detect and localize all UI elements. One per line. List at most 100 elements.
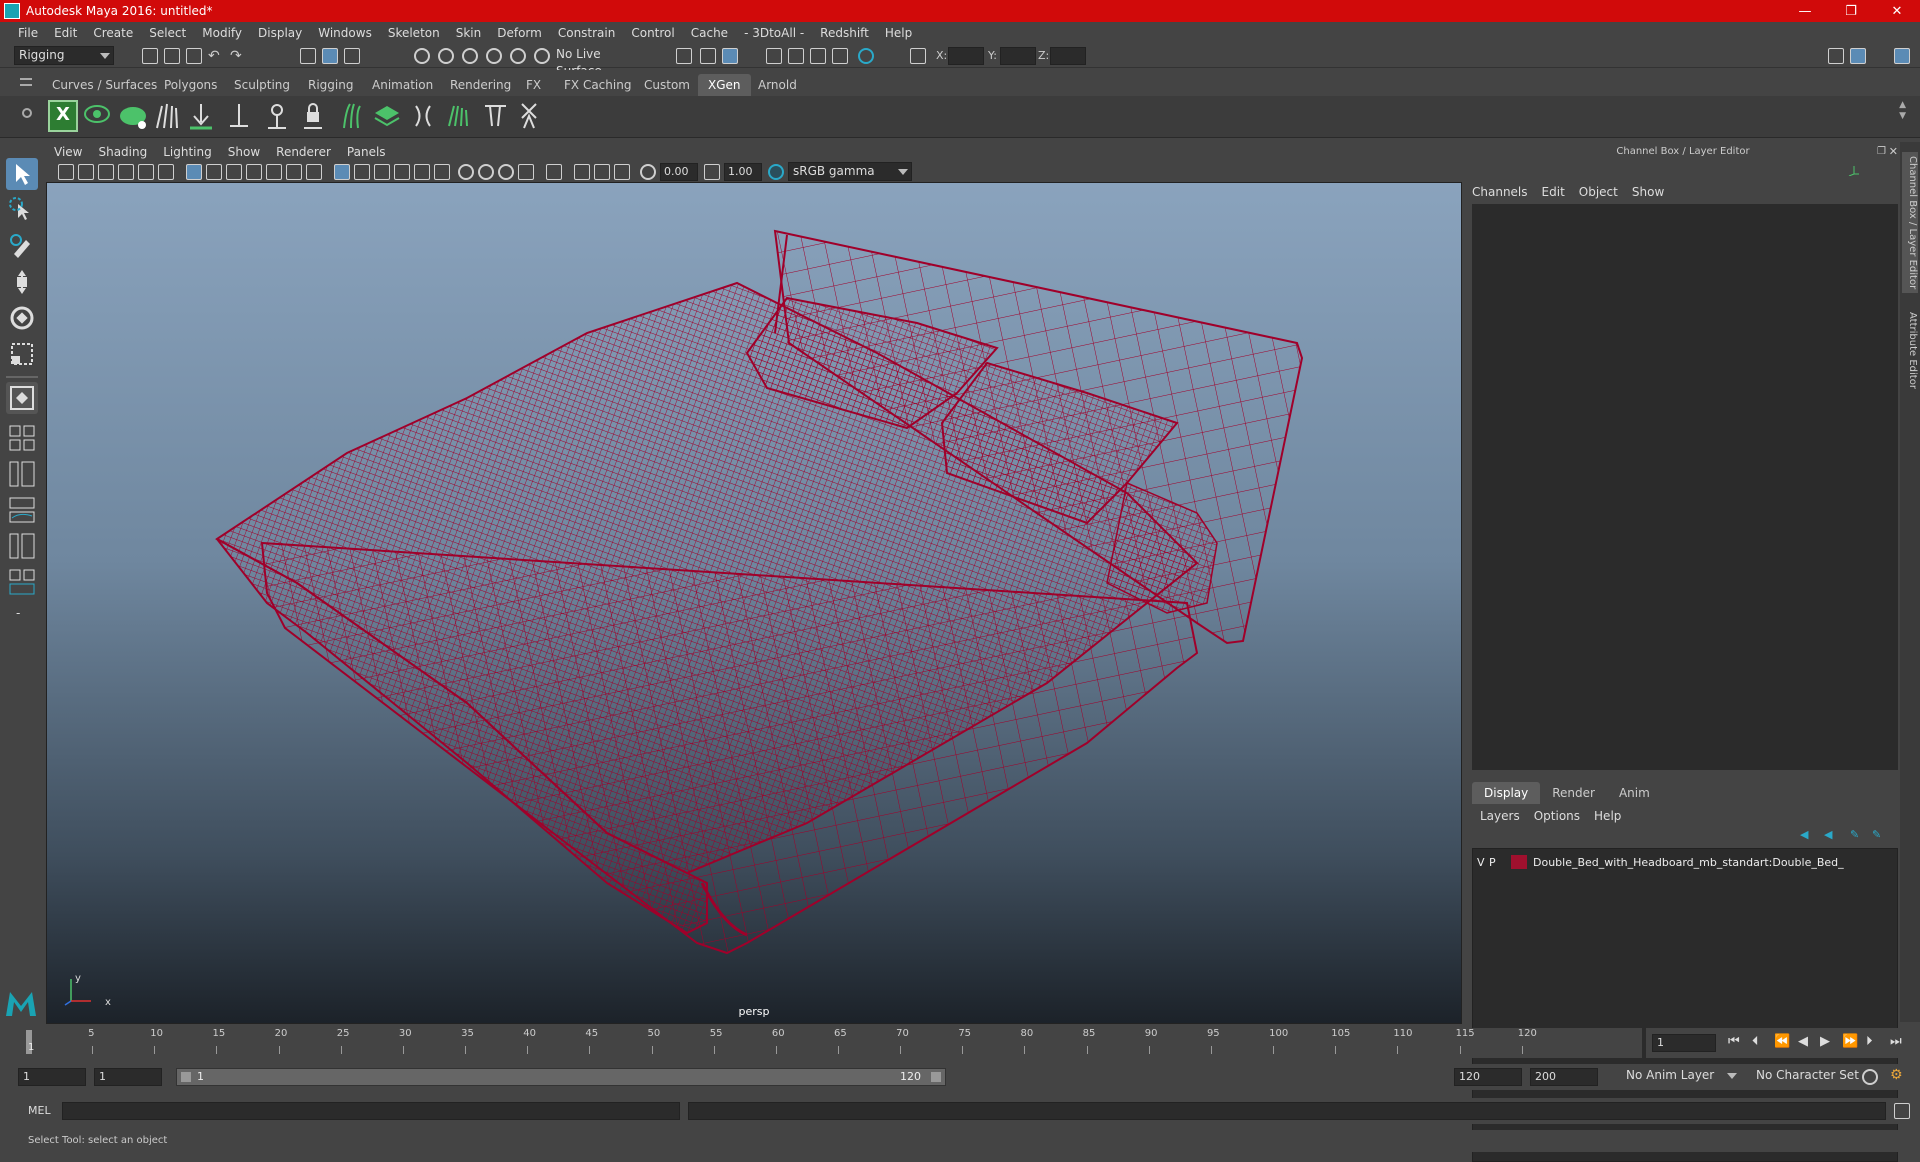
tab-sculpting[interactable]: Sculpting — [224, 74, 300, 96]
restore-button[interactable]: ❐ — [1828, 0, 1874, 22]
step-forward-key-icon[interactable]: ⏩ — [1842, 1034, 1858, 1049]
range-start-handle[interactable] — [181, 1072, 191, 1082]
step-back-frame-icon[interactable]: ⏴ — [1752, 1034, 1759, 1049]
channel-box-menu-edit[interactable]: Edit — [1542, 185, 1565, 199]
viewport-menu-lighting[interactable]: Lighting — [163, 145, 212, 159]
menu-skeleton[interactable]: Skeleton — [380, 26, 448, 40]
bookmarks-icon[interactable] — [98, 164, 114, 180]
grease-pencil-icon[interactable] — [158, 164, 174, 180]
make-live-icon[interactable] — [534, 48, 550, 64]
tab-fx-caching[interactable]: FX Caching — [554, 74, 641, 96]
2d-pan-zoom-icon[interactable] — [138, 164, 154, 180]
create-empty-layer-icon[interactable]: ✎ — [1850, 828, 1866, 844]
safe-action-icon[interactable] — [286, 164, 302, 180]
viewport-menu-show[interactable]: Show — [228, 145, 260, 159]
output-ops-icon[interactable] — [700, 48, 716, 64]
tab-xgen[interactable]: XGen — [698, 74, 751, 96]
hypershade-icon[interactable] — [858, 48, 874, 64]
xgen-sculpt-guide-icon[interactable] — [262, 100, 292, 132]
construction-history-icon[interactable] — [722, 48, 738, 64]
minimize-button[interactable]: — — [1782, 0, 1828, 22]
viewport-menu-view[interactable]: View — [54, 145, 82, 159]
four-view-layout-icon[interactable] — [6, 422, 38, 454]
gate-mask-icon[interactable] — [246, 164, 262, 180]
attribute-editor-toggle-icon[interactable] — [1850, 48, 1866, 64]
menu-cache[interactable]: Cache — [683, 26, 736, 40]
range-slider[interactable]: 1 120 — [176, 1068, 946, 1086]
anti-aliasing-icon[interactable] — [498, 164, 514, 180]
move-layer-down-icon[interactable]: ◀ — [1824, 828, 1840, 844]
viewport-menu-renderer[interactable]: Renderer — [276, 145, 331, 159]
depth-of-field-icon[interactable] — [518, 164, 534, 180]
undo-icon[interactable]: ↶ — [208, 48, 224, 64]
step-back-key-icon[interactable]: ⏪ — [1774, 1034, 1790, 1049]
layer-color-swatch[interactable] — [1511, 855, 1527, 869]
command-input[interactable] — [62, 1102, 680, 1120]
range-end-handle[interactable] — [931, 1072, 941, 1082]
go-to-start-icon[interactable]: ⏮ — [1728, 1034, 1740, 1049]
close-panel-icon[interactable]: ✕ — [1889, 145, 1898, 158]
menu-redshift[interactable]: Redshift — [812, 26, 877, 40]
menu-3dtoall[interactable]: - 3DtoAll - — [736, 26, 812, 40]
outliner-layout-icon[interactable] — [6, 458, 38, 490]
tab-fx[interactable]: FX — [516, 74, 551, 96]
go-to-end-icon[interactable]: ⏭ — [1890, 1034, 1902, 1049]
play-backwards-icon[interactable]: ◀ — [1798, 1034, 1808, 1049]
graph-editor-layout-icon[interactable] — [6, 494, 38, 526]
close-button[interactable]: ✕ — [1874, 0, 1920, 22]
animation-preferences-icon[interactable]: ⚙ — [1890, 1067, 1903, 1083]
create-layer-from-selection-icon[interactable]: ✎ — [1872, 828, 1888, 844]
playback-end-field[interactable]: 120 — [1454, 1068, 1522, 1086]
xgen-groom-icon[interactable] — [152, 100, 182, 132]
y-field[interactable] — [1000, 47, 1036, 65]
textured-icon[interactable] — [394, 164, 410, 180]
side-tab-channel-box[interactable]: Channel Box / Layer Editor — [1902, 152, 1918, 294]
menu-edit[interactable]: Edit — [46, 26, 85, 40]
side-tab-attribute-editor[interactable]: Attribute Editor — [1902, 312, 1918, 389]
tab-anim-layers[interactable]: Anim — [1607, 782, 1662, 804]
motion-blur-icon[interactable] — [478, 164, 494, 180]
xgen-layers-icon[interactable] — [372, 100, 402, 132]
tab-rigging[interactable]: Rigging — [298, 74, 363, 96]
layer-menu-layers[interactable]: Layers — [1480, 809, 1520, 823]
render-settings-icon[interactable] — [832, 48, 848, 64]
animation-start-field[interactable]: 1 — [18, 1068, 86, 1086]
xgen-guides-to-curves-icon[interactable] — [336, 100, 366, 132]
script-language-toggle[interactable]: MEL — [28, 1104, 51, 1117]
live-surface-field[interactable]: No Live Surface — [552, 46, 648, 78]
tab-arnold[interactable]: Arnold — [748, 74, 807, 96]
backface-culling-icon[interactable] — [614, 164, 630, 180]
channel-box-menu-show[interactable]: Show — [1632, 185, 1664, 199]
tab-render-layers[interactable]: Render — [1540, 782, 1607, 804]
tab-display-layers[interactable]: Display — [1472, 782, 1541, 804]
viewport-menu-panels[interactable]: Panels — [347, 145, 386, 159]
menu-constrain[interactable]: Constrain — [550, 26, 624, 40]
xgen-lock-guide-icon[interactable] — [298, 100, 328, 132]
tab-rendering[interactable]: Rendering — [440, 74, 521, 96]
exposure-field[interactable]: 0.00 — [660, 163, 698, 181]
layer-row[interactable]: V P Double_Bed_with_Headboard_mb_standar… — [1477, 853, 1844, 871]
color-management-icon[interactable] — [768, 164, 784, 180]
current-frame-field[interactable]: 1 — [1652, 1034, 1716, 1052]
xgen-interactive-groom-icon[interactable] — [408, 100, 438, 132]
move-tool-icon[interactable] — [6, 266, 38, 298]
rotate-tool-icon[interactable] — [6, 302, 38, 334]
snap-view-plane-icon[interactable] — [486, 48, 502, 64]
lasso-tool-icon[interactable] — [6, 194, 38, 226]
image-plane-icon[interactable] — [118, 164, 134, 180]
script-editor-layout-icon[interactable] — [6, 566, 38, 598]
menu-modify[interactable]: Modify — [194, 26, 250, 40]
single-perspective-layout-icon[interactable] — [6, 382, 38, 414]
camera-attributes-icon[interactable] — [78, 164, 94, 180]
grid-toggle-icon[interactable] — [186, 164, 202, 180]
wireframe-on-shaded-icon[interactable] — [374, 164, 390, 180]
layer-visibility-toggle[interactable]: V — [1477, 856, 1489, 869]
shelf-settings-icon[interactable] — [22, 108, 32, 118]
tab-animation[interactable]: Animation — [362, 74, 443, 96]
menu-skin[interactable]: Skin — [448, 26, 490, 40]
select-camera-icon[interactable] — [58, 164, 74, 180]
color-space-dropdown[interactable]: sRGB gamma — [788, 162, 912, 181]
ipr-render-icon[interactable] — [810, 48, 826, 64]
select-by-object-icon[interactable] — [322, 48, 338, 64]
xray-icon[interactable] — [574, 164, 590, 180]
